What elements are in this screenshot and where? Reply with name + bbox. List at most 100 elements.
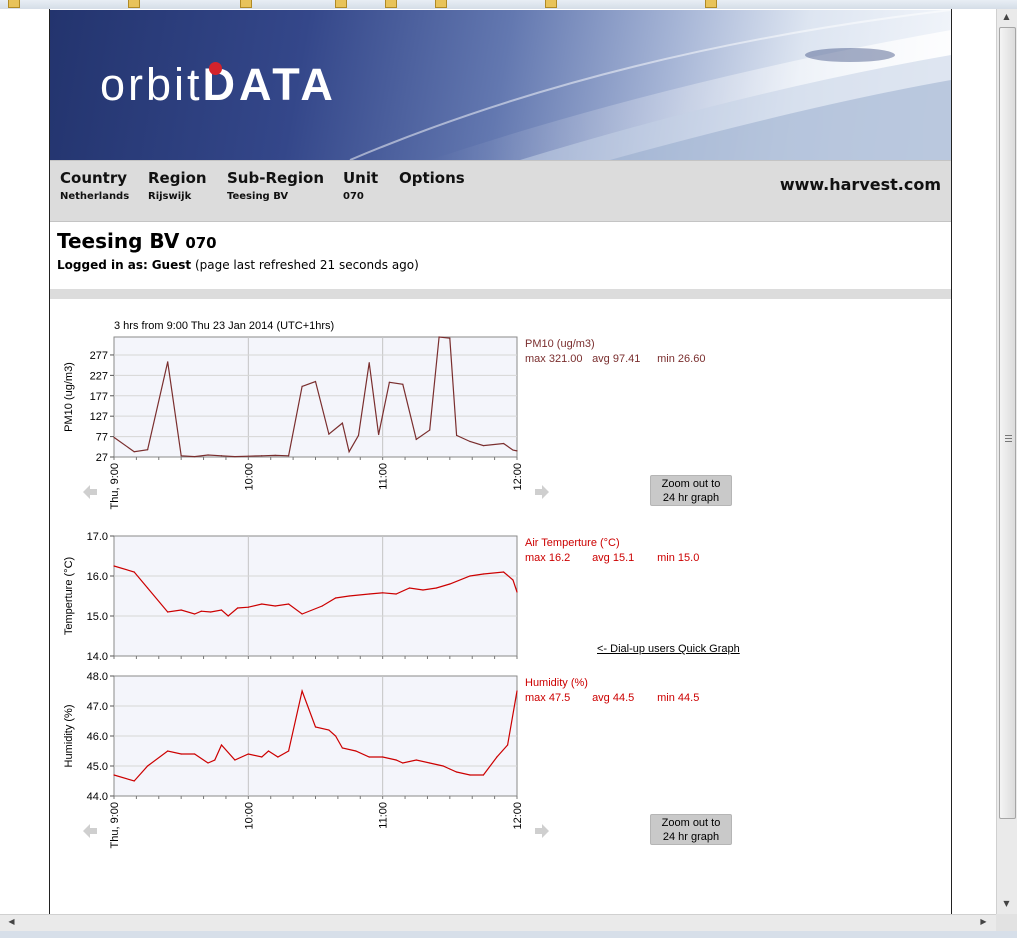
scrollbar-thumb[interactable] — [999, 27, 1016, 819]
data-point — [502, 571, 505, 573]
data-point — [146, 587, 149, 589]
data-point — [382, 756, 384, 758]
data-point — [368, 593, 370, 595]
chart-3: 44.0 45.0 46.0 47.0 48.0 Humidity (%) Thu, 9:0… — [63, 671, 524, 848]
data-point — [469, 440, 471, 443]
data-point — [200, 610, 202, 612]
data-point — [455, 771, 458, 773]
folder-icon[interactable] — [545, 0, 557, 8]
previous-period-arrow-icon[interactable] — [81, 483, 99, 501]
page-margin — [0, 9, 49, 914]
data-point — [435, 587, 437, 589]
folder-icon[interactable] — [8, 0, 20, 8]
previous-period-arrow-icon[interactable] — [81, 822, 99, 840]
dialup-quick-graph-link[interactable]: <- Dial-up users Quick Graph — [597, 643, 740, 655]
data-point — [328, 729, 330, 731]
data-point — [516, 591, 518, 593]
data-point — [469, 774, 471, 776]
data-point — [234, 455, 236, 458]
data-point — [348, 451, 350, 453]
scroll-right-arrow-icon[interactable]: ▶ — [975, 917, 992, 926]
data-point — [274, 454, 276, 456]
x-tick-label: 10:00 — [243, 802, 255, 830]
y-tick-label: 17.0 — [87, 531, 108, 543]
y-tick-label: 16.0 — [87, 571, 108, 583]
data-point — [335, 735, 337, 737]
data-point — [402, 383, 404, 385]
data-point — [133, 451, 135, 453]
folder-icon[interactable] — [335, 0, 347, 8]
vertical-scrollbar[interactable]: ▲ ▼ — [996, 9, 1017, 914]
zoom-out-24hr-button[interactable]: Zoom out to 24 hr graph — [650, 475, 732, 506]
y-tick-label: 27 — [96, 452, 108, 464]
folder-icon[interactable] — [435, 0, 447, 8]
folder-icon[interactable] — [705, 0, 717, 8]
y-tick-label: 227 — [90, 370, 108, 382]
data-point — [402, 762, 404, 764]
next-period-arrow-icon[interactable] — [533, 822, 551, 840]
data-point — [368, 756, 370, 758]
data-point — [247, 455, 249, 457]
zoom-out-24hr-button[interactable]: Zoom out to 24 hr graph — [650, 814, 732, 845]
data-point — [512, 449, 514, 451]
legend-title: PM10 (ug/m3) — [525, 338, 595, 350]
data-point — [341, 747, 343, 749]
legend-avg: avg 44.5 — [592, 692, 635, 704]
data-point — [482, 444, 485, 447]
scrollbar-corner — [996, 914, 1017, 931]
data-point — [288, 603, 290, 605]
data-point — [288, 750, 290, 752]
data-point — [113, 436, 115, 439]
data-point — [506, 744, 509, 746]
data-point — [180, 609, 182, 611]
data-point — [274, 605, 276, 607]
folder-icon[interactable] — [240, 0, 252, 8]
folder-icon[interactable] — [128, 0, 140, 8]
next-period-arrow-icon[interactable] — [533, 483, 551, 501]
legend-max: max 47.5 — [525, 692, 571, 704]
browser-viewport: orbitDATA Country Netherlands Region Rij… — [0, 9, 996, 914]
data-point — [415, 438, 417, 441]
data-point — [277, 756, 279, 758]
data-point — [180, 753, 182, 755]
y-tick-label: 15.0 — [87, 611, 108, 623]
status-bar — [0, 931, 1017, 938]
data-point — [301, 613, 303, 615]
folder-icon[interactable] — [385, 0, 397, 8]
data-point — [194, 455, 196, 458]
y-tick-label: 46.0 — [87, 731, 108, 743]
data-point — [395, 759, 397, 761]
data-point — [267, 750, 270, 752]
data-point — [214, 759, 216, 761]
y-axis-label: PM10 (ug/m3) — [63, 362, 75, 432]
data-point — [113, 565, 115, 567]
y-tick-label: 48.0 — [87, 671, 108, 683]
data-point — [482, 573, 485, 575]
data-point — [378, 433, 380, 436]
x-tick-label: 12:00 — [512, 463, 524, 491]
data-point — [442, 765, 444, 767]
data-point — [408, 587, 411, 589]
scroll-left-arrow-icon[interactable]: ◀ — [3, 917, 20, 926]
data-point — [395, 593, 397, 595]
data-point — [449, 583, 451, 585]
data-point — [482, 774, 485, 776]
data-point — [415, 759, 417, 761]
legend-title: Air Temperture (°C) — [525, 537, 620, 549]
scroll-down-arrow-icon[interactable]: ▼ — [998, 899, 1015, 908]
data-point — [429, 762, 431, 764]
data-point — [167, 611, 169, 613]
data-point — [234, 759, 236, 761]
data-point — [261, 603, 263, 605]
data-point — [335, 597, 337, 599]
data-point — [512, 579, 514, 581]
legend-min: min 15.0 — [657, 552, 700, 564]
y-axis-label: Temperture (°C) — [63, 557, 75, 635]
horizontal-scrollbar[interactable]: ◀ ▶ — [0, 914, 996, 932]
data-point — [227, 615, 229, 617]
data-point — [261, 756, 263, 758]
data-point — [449, 768, 451, 770]
scroll-up-arrow-icon[interactable]: ▲ — [998, 12, 1015, 21]
data-point — [133, 780, 135, 782]
legend-min: min 26.60 — [657, 353, 706, 365]
